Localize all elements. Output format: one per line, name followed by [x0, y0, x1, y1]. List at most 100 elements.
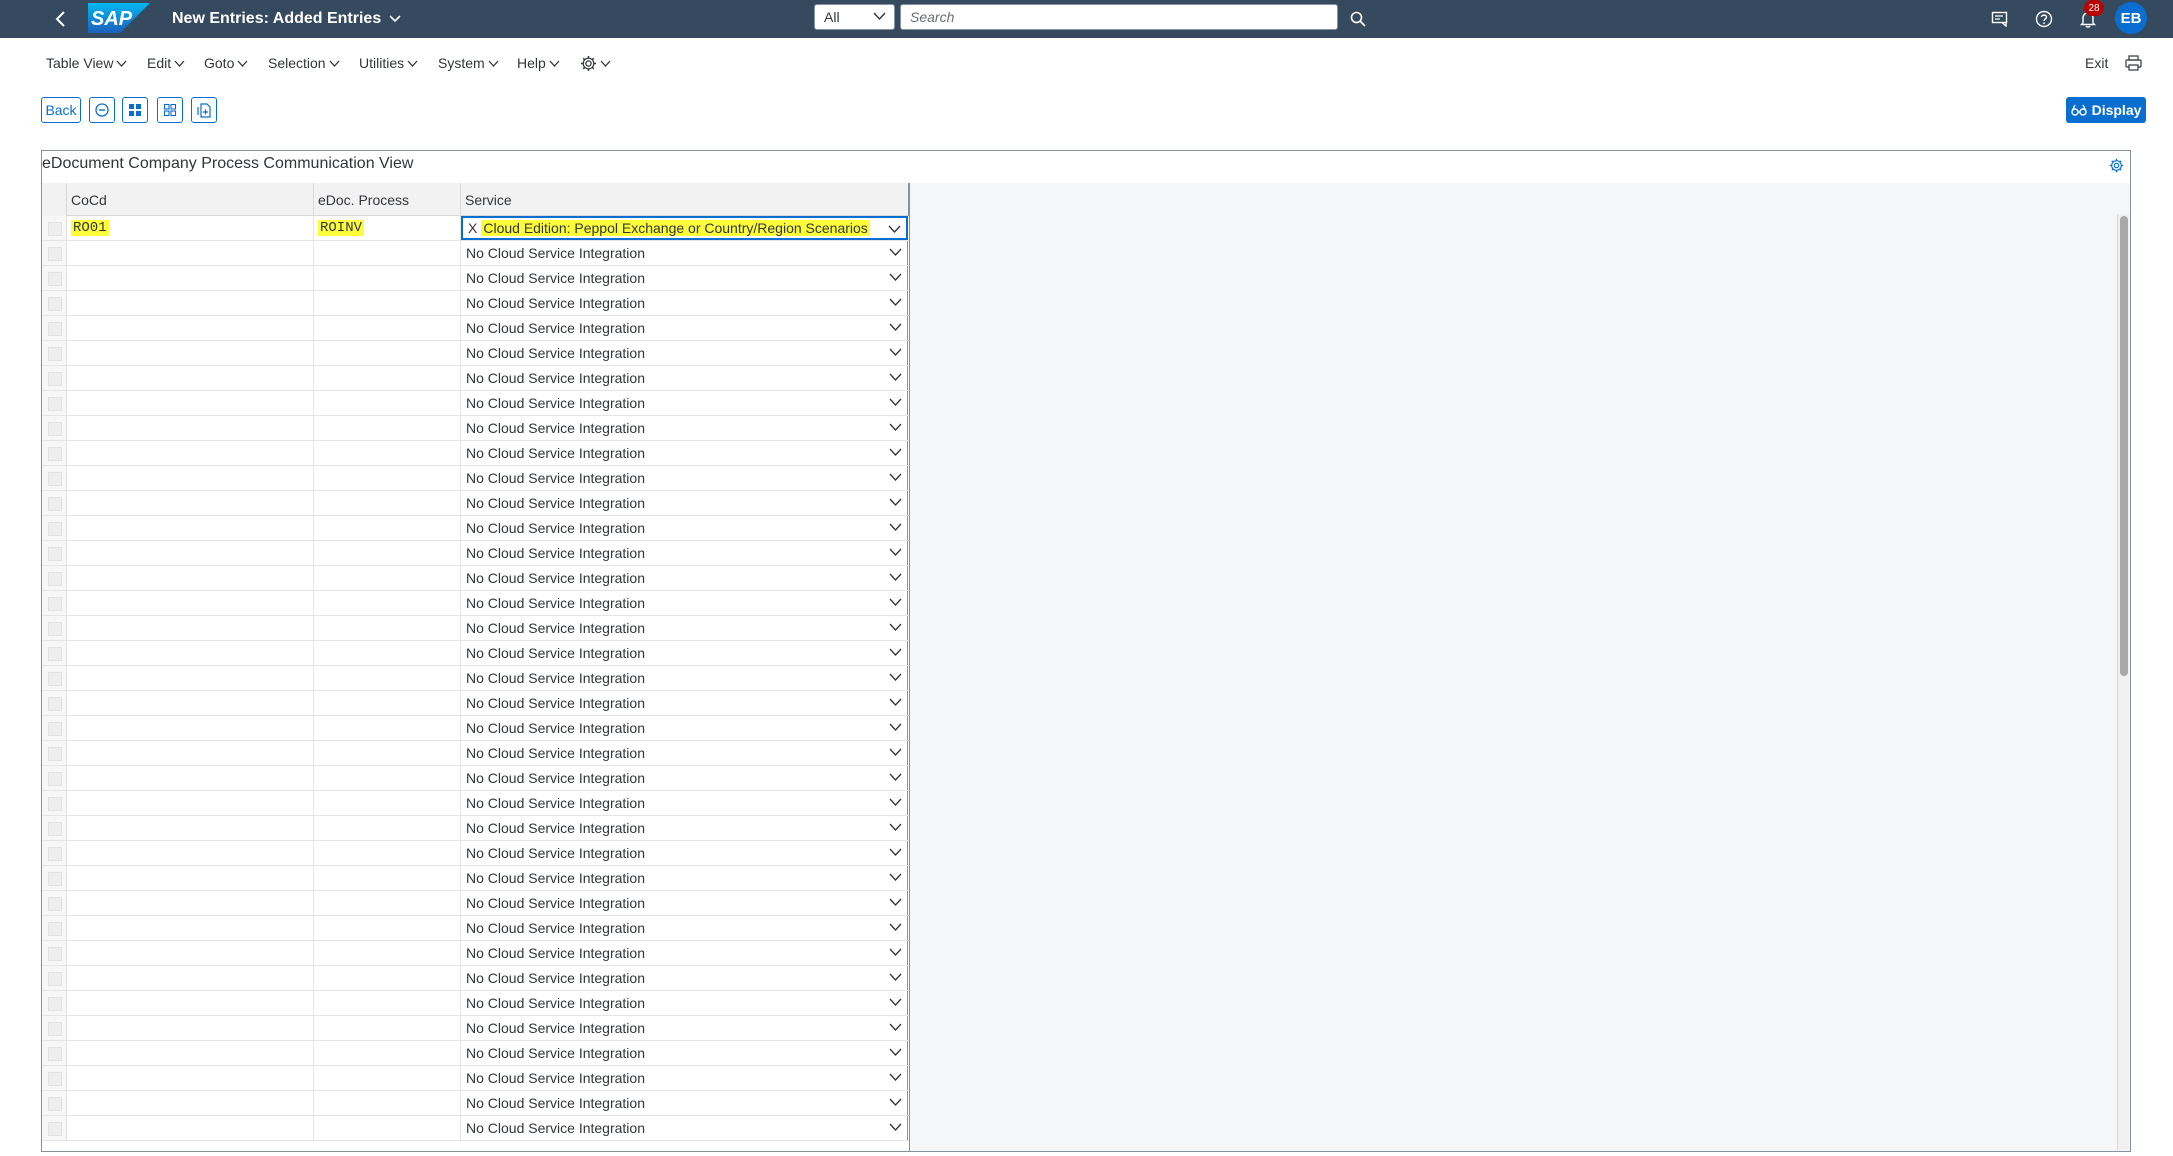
deselect-all-button[interactable]: [157, 97, 183, 123]
edoc-process-cell[interactable]: [314, 566, 461, 590]
cocd-cell[interactable]: [67, 316, 314, 340]
row-selector[interactable]: [42, 766, 67, 790]
service-dropdown[interactable]: No Cloud Service Integration: [461, 441, 908, 465]
cocd-cell[interactable]: [67, 741, 314, 765]
back-nav-button[interactable]: [48, 6, 74, 32]
service-dropdown[interactable]: No Cloud Service Integration: [461, 841, 908, 865]
service-dropdown[interactable]: No Cloud Service Integration: [461, 241, 908, 265]
service-dropdown[interactable]: No Cloud Service Integration: [461, 866, 908, 890]
edoc-process-cell[interactable]: [314, 741, 461, 765]
service-dropdown[interactable]: No Cloud Service Integration: [461, 291, 908, 315]
service-dropdown[interactable]: No Cloud Service Integration: [461, 391, 908, 415]
cocd-cell[interactable]: [67, 616, 314, 640]
menu-help[interactable]: Help: [517, 52, 560, 74]
delete-button[interactable]: [89, 97, 115, 123]
edoc-process-cell[interactable]: [314, 866, 461, 890]
row-selector[interactable]: [42, 1091, 67, 1115]
edoc-process-cell[interactable]: [314, 666, 461, 690]
row-selector[interactable]: [42, 266, 67, 290]
service-dropdown[interactable]: No Cloud Service Integration: [461, 616, 908, 640]
cocd-cell[interactable]: [67, 516, 314, 540]
edoc-process-cell[interactable]: [314, 366, 461, 390]
search-scope-select[interactable]: All: [814, 4, 895, 30]
service-dropdown[interactable]: No Cloud Service Integration: [461, 941, 908, 965]
row-selector[interactable]: [42, 491, 67, 515]
edoc-process-cell[interactable]: [314, 716, 461, 740]
edoc-process-cell[interactable]: [314, 616, 461, 640]
edoc-process-cell[interactable]: [314, 1066, 461, 1090]
edoc-process-cell[interactable]: [314, 491, 461, 515]
row-selector[interactable]: [42, 316, 67, 340]
copy-as-button[interactable]: [191, 97, 217, 123]
cocd-cell[interactable]: [67, 1066, 314, 1090]
service-dropdown[interactable]: No Cloud Service Integration: [461, 1116, 908, 1140]
edoc-process-cell[interactable]: [314, 541, 461, 565]
edoc-process-cell[interactable]: [314, 316, 461, 340]
search-button[interactable]: [1344, 5, 1372, 33]
cocd-cell[interactable]: [67, 816, 314, 840]
row-selector[interactable]: [42, 816, 67, 840]
service-dropdown[interactable]: No Cloud Service Integration: [461, 491, 908, 515]
edoc-process-cell[interactable]: [314, 916, 461, 940]
edoc-process-cell[interactable]: [314, 766, 461, 790]
cocd-cell[interactable]: [67, 716, 314, 740]
service-dropdown[interactable]: No Cloud Service Integration: [461, 666, 908, 690]
row-selector[interactable]: [42, 741, 67, 765]
service-dropdown[interactable]: No Cloud Service Integration: [461, 366, 908, 390]
cocd-cell[interactable]: [67, 866, 314, 890]
row-selector[interactable]: [42, 691, 67, 715]
menu-system[interactable]: System: [438, 52, 499, 74]
row-selector[interactable]: [42, 1116, 67, 1140]
service-dropdown[interactable]: No Cloud Service Integration: [461, 816, 908, 840]
cocd-cell[interactable]: [67, 991, 314, 1015]
vertical-scrollbar[interactable]: [2117, 214, 2129, 1150]
cocd-cell[interactable]: [67, 791, 314, 815]
edoc-process-cell[interactable]: [314, 816, 461, 840]
row-selector[interactable]: [42, 566, 67, 590]
edoc-process-cell[interactable]: [314, 291, 461, 315]
row-selector[interactable]: [42, 791, 67, 815]
menu-goto[interactable]: Goto: [204, 52, 248, 74]
cocd-cell[interactable]: [67, 341, 314, 365]
service-dropdown[interactable]: No Cloud Service Integration: [461, 341, 908, 365]
service-dropdown[interactable]: No Cloud Service Integration: [461, 566, 908, 590]
cocd-cell[interactable]: [67, 841, 314, 865]
row-selector[interactable]: [42, 416, 67, 440]
cocd-cell[interactable]: [67, 766, 314, 790]
row-selector[interactable]: [42, 241, 67, 265]
row-selector[interactable]: [42, 441, 67, 465]
edoc-process-cell[interactable]: [314, 1041, 461, 1065]
display-button[interactable]: Display: [2066, 97, 2146, 123]
cocd-cell[interactable]: [67, 1091, 314, 1115]
cocd-cell[interactable]: [67, 1041, 314, 1065]
exit-button[interactable]: Exit: [2085, 52, 2108, 74]
sap-logo[interactable]: SAP: [88, 3, 150, 33]
cocd-cell[interactable]: [67, 591, 314, 615]
cocd-cell[interactable]: [67, 691, 314, 715]
row-selector[interactable]: [42, 291, 67, 315]
row-selector[interactable]: [42, 616, 67, 640]
back-button[interactable]: Back: [41, 97, 81, 123]
service-dropdown[interactable]: No Cloud Service Integration: [461, 1091, 908, 1115]
cocd-cell[interactable]: [67, 391, 314, 415]
row-selector[interactable]: [42, 591, 67, 615]
cocd-cell[interactable]: [67, 941, 314, 965]
cocd-cell[interactable]: RO01: [67, 216, 314, 240]
row-selector[interactable]: [42, 866, 67, 890]
edoc-process-cell[interactable]: [314, 341, 461, 365]
cocd-cell[interactable]: [67, 541, 314, 565]
cocd-cell[interactable]: [67, 1016, 314, 1040]
edoc-process-cell[interactable]: [314, 1016, 461, 1040]
row-selector[interactable]: [42, 1016, 67, 1040]
select-column-header[interactable]: [42, 183, 67, 216]
column-header-service[interactable]: Service: [461, 183, 909, 216]
row-selector[interactable]: [42, 516, 67, 540]
service-dropdown[interactable]: No Cloud Service Integration: [461, 541, 908, 565]
service-dropdown[interactable]: X Cloud Edition: Peppol Exchange or Coun…: [461, 216, 908, 240]
edoc-process-cell[interactable]: [314, 1091, 461, 1115]
edoc-process-cell[interactable]: [314, 516, 461, 540]
cocd-cell[interactable]: [67, 466, 314, 490]
service-dropdown[interactable]: No Cloud Service Integration: [461, 991, 908, 1015]
cocd-cell[interactable]: [67, 566, 314, 590]
edoc-process-cell[interactable]: [314, 416, 461, 440]
